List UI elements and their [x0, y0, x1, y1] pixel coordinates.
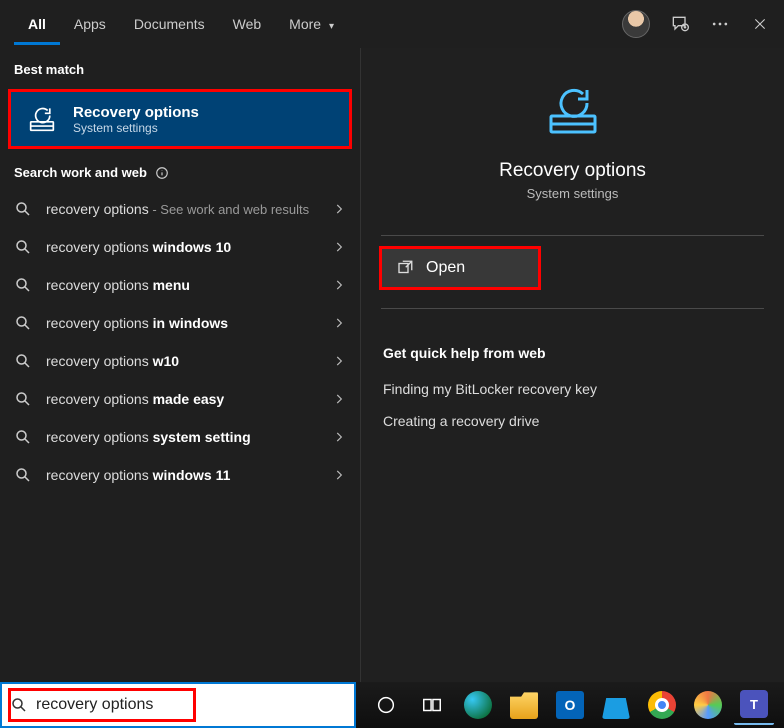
suggestion-row[interactable]: recovery options made easy: [0, 380, 360, 418]
teams-icon[interactable]: T: [734, 685, 774, 725]
suggestion-row[interactable]: recovery options system setting: [0, 418, 360, 456]
taskbar-search[interactable]: [0, 682, 356, 728]
search-icon: [14, 466, 32, 484]
best-match-subtitle: System settings: [73, 121, 199, 135]
chevron-right-icon[interactable]: [332, 430, 346, 444]
taskbar: O T: [0, 682, 784, 728]
info-icon[interactable]: [155, 166, 169, 180]
suggestion-row[interactable]: recovery options in windows: [0, 304, 360, 342]
suggestion-text: recovery options menu: [46, 277, 190, 293]
chevron-right-icon[interactable]: [332, 468, 346, 482]
suggestion-row[interactable]: recovery options windows 11: [0, 456, 360, 494]
chevron-right-icon[interactable]: [332, 392, 346, 406]
outlook-icon[interactable]: O: [550, 685, 590, 725]
cortana-icon[interactable]: [366, 685, 406, 725]
divider: [381, 308, 764, 309]
tab-web[interactable]: Web: [219, 4, 276, 45]
suggestion-text: recovery options w10: [46, 353, 179, 369]
edge-icon[interactable]: [458, 685, 498, 725]
open-icon: [396, 259, 414, 277]
search-icon: [14, 238, 32, 256]
preview-header: Recovery options System settings: [361, 48, 784, 225]
suggestion-row[interactable]: recovery options - See work and web resu…: [0, 190, 360, 228]
header-tabs: All Apps Documents Web More ▾: [14, 4, 348, 45]
open-button[interactable]: Open: [379, 246, 541, 290]
preview-pane: Recovery options System settings Open Ge…: [360, 48, 784, 682]
suggestion-text: recovery options made easy: [46, 391, 224, 407]
tab-more-label: More: [289, 16, 321, 32]
header-actions: [622, 0, 770, 48]
tab-all[interactable]: All: [14, 4, 60, 45]
best-match-result[interactable]: Recovery options System settings: [8, 89, 352, 149]
divider: [381, 235, 764, 236]
search-work-web-label: Search work and web: [0, 151, 360, 190]
chevron-right-icon[interactable]: [332, 278, 346, 292]
chrome-icon[interactable]: [642, 685, 682, 725]
help-link-bitlocker[interactable]: Finding my BitLocker recovery key: [361, 373, 784, 405]
close-icon[interactable]: [750, 14, 770, 34]
suggestion-row[interactable]: recovery options windows 10: [0, 228, 360, 266]
search-icon: [14, 428, 32, 446]
search-icon: [14, 314, 32, 332]
search-work-web-text: Search work and web: [14, 165, 147, 180]
tab-documents[interactable]: Documents: [120, 4, 219, 45]
best-match-title: Recovery options: [73, 104, 199, 121]
recovery-icon: [25, 102, 59, 136]
suggestion-text: recovery options system setting: [46, 429, 251, 445]
help-header: Get quick help from web: [361, 319, 784, 373]
open-label: Open: [426, 259, 465, 277]
search-body: Best match Recovery options System setti…: [0, 48, 784, 682]
suggestion-text: recovery options - See work and web resu…: [46, 201, 309, 217]
suggestion-text: recovery options in windows: [46, 315, 228, 331]
recovery-icon-large: [541, 78, 605, 142]
suggestion-list: recovery options - See work and web resu…: [0, 190, 360, 494]
search-icon: [14, 276, 32, 294]
paint-icon[interactable]: [688, 685, 728, 725]
suggestion-text: recovery options windows 10: [46, 239, 231, 255]
search-input[interactable]: [36, 696, 346, 714]
feedback-icon[interactable]: [670, 14, 690, 34]
chevron-down-icon: ▾: [329, 21, 334, 32]
chevron-right-icon[interactable]: [332, 240, 346, 254]
help-link-recovery-drive[interactable]: Creating a recovery drive: [361, 405, 784, 437]
search-icon: [14, 352, 32, 370]
search-icon: [14, 390, 32, 408]
more-options-icon[interactable]: [710, 14, 730, 34]
tab-apps[interactable]: Apps: [60, 4, 120, 45]
search-icon: [14, 200, 32, 218]
suggestion-text: recovery options windows 11: [46, 467, 230, 483]
suggestion-row[interactable]: recovery options w10: [0, 342, 360, 380]
search-icon: [10, 696, 28, 714]
chevron-right-icon[interactable]: [332, 202, 346, 216]
results-pane: Best match Recovery options System setti…: [0, 48, 360, 682]
chevron-right-icon[interactable]: [332, 316, 346, 330]
user-avatar[interactable]: [622, 10, 650, 38]
chevron-right-icon[interactable]: [332, 354, 346, 368]
best-match-text: Recovery options System settings: [73, 104, 199, 135]
preview-subtitle: System settings: [381, 186, 764, 201]
file-explorer-icon[interactable]: [504, 685, 544, 725]
ms-store-icon[interactable]: [596, 685, 636, 725]
best-match-label: Best match: [0, 48, 360, 87]
taskbar-apps: O T: [356, 682, 784, 728]
preview-title: Recovery options: [381, 160, 764, 182]
search-header: All Apps Documents Web More ▾: [0, 0, 784, 48]
task-view-icon[interactable]: [412, 685, 452, 725]
suggestion-row[interactable]: recovery options menu: [0, 266, 360, 304]
tab-more[interactable]: More ▾: [275, 4, 348, 45]
